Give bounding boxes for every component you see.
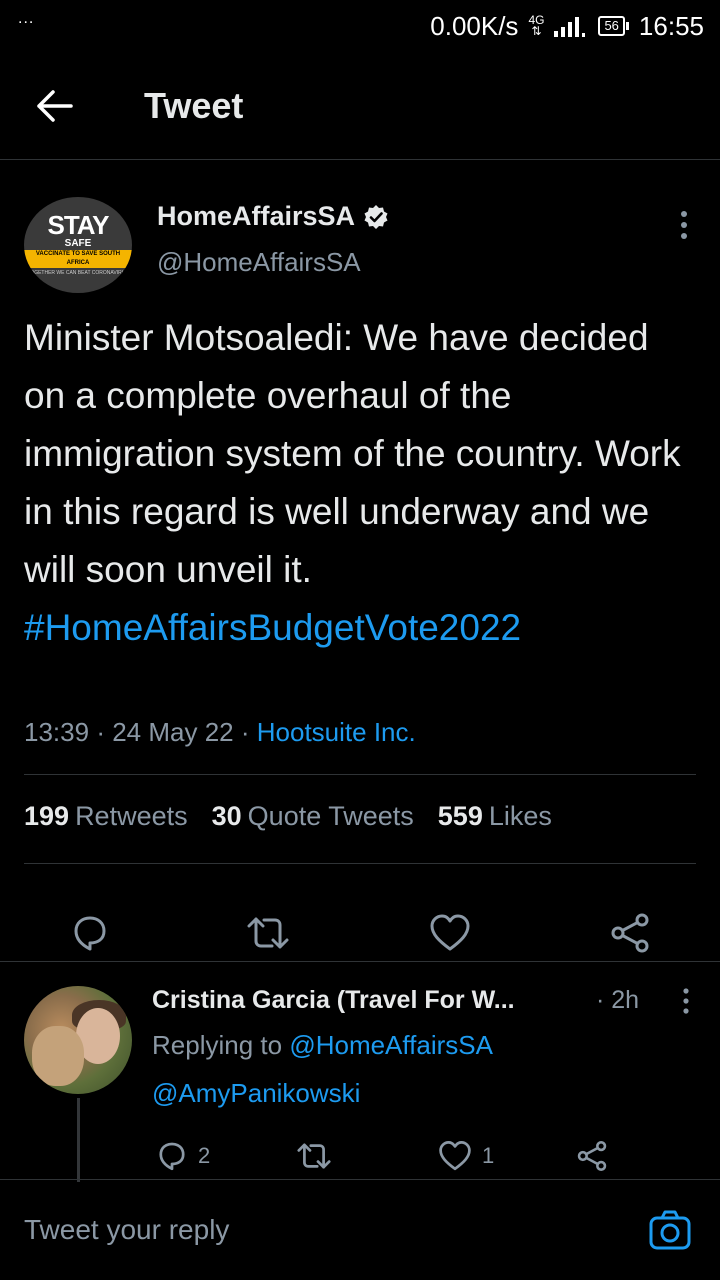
avatar-small-text: TOGETHER WE CAN BEAT CORONAVIRUS xyxy=(27,270,129,276)
reply-input[interactable]: Tweet your reply xyxy=(24,1214,229,1246)
tweet-source-link[interactable]: Hootsuite Inc. xyxy=(257,717,416,747)
author-name[interactable]: HomeAffairsSA xyxy=(157,201,389,232)
reply-tweet[interactable]: Cristina Garcia (Travel For W... · 2h Re… xyxy=(0,961,720,1182)
tweet-body: Minister Motsoaledi: We have decided on … xyxy=(24,317,681,590)
reply-retweet-button[interactable] xyxy=(296,1138,332,1174)
avatar-safe-text: SAFE xyxy=(64,238,92,249)
tweet-stats: 199 Retweets 30 Quote Tweets 559 Likes xyxy=(24,801,552,832)
reply-composer: Tweet your reply xyxy=(0,1179,720,1280)
replying-prefix: Replying to xyxy=(152,1030,290,1060)
more-options-icon[interactable] xyxy=(672,207,696,243)
reply-icon xyxy=(159,1142,185,1171)
reply-like-count: 1 xyxy=(482,1143,495,1168)
share-icon xyxy=(577,1140,607,1172)
retweet-button[interactable] xyxy=(246,911,290,955)
clock: 16:55 xyxy=(638,10,704,41)
quote-tweets-count: 30 xyxy=(211,801,242,831)
tweet-date: 24 May 22 xyxy=(112,717,234,747)
network-type-label: 4G xyxy=(528,13,545,27)
retweets-stat[interactable]: 199 Retweets xyxy=(24,801,188,832)
verified-badge-icon xyxy=(364,204,388,229)
reply-avatar[interactable] xyxy=(24,986,132,1094)
author-name-text: HomeAffairsSA xyxy=(157,201,356,231)
quote-tweets-stat[interactable]: 30 Quote Tweets xyxy=(212,801,414,832)
back-button[interactable] xyxy=(0,52,110,160)
app-header: Tweet xyxy=(0,52,720,160)
like-button[interactable] xyxy=(428,911,472,955)
status-bar: ... 0.00K/s 4G ⇅ 56 16:55 xyxy=(0,0,720,52)
tweet-time: 13:39 xyxy=(24,717,90,747)
avatar-band-text: VACCINATE TO SAVE SOUTH AFRICA xyxy=(24,250,132,268)
divider xyxy=(24,863,696,864)
author-handle[interactable]: @HomeAffairsSA xyxy=(157,247,361,278)
avatar-stay-text: STAY xyxy=(47,210,109,240)
likes-label: Likes xyxy=(488,801,552,831)
thread-line xyxy=(77,1098,80,1182)
network-type-icon: 4G ⇅ xyxy=(528,13,545,38)
signal-icon xyxy=(554,17,586,37)
author-avatar[interactable]: STAY SAFE VACCINATE TO SAVE SOUTH AFRICA… xyxy=(24,197,132,293)
reply-reply-button[interactable]: 2 xyxy=(156,1138,210,1174)
quote-tweets-label: Quote Tweets xyxy=(247,801,414,831)
reply-actions: 2 1 xyxy=(152,1138,672,1178)
page-title: Tweet xyxy=(144,84,244,126)
meta-separator: · xyxy=(240,717,250,747)
reply-text[interactable]: @AmyPanikowski xyxy=(152,1078,360,1109)
reply-icon xyxy=(74,916,106,951)
retweet-icon xyxy=(297,1143,331,1169)
network-speed: 0.00K/s xyxy=(430,10,519,41)
heart-icon xyxy=(439,1141,471,1171)
reply-time: · 2h xyxy=(596,986,640,1014)
heart-icon xyxy=(430,914,470,951)
reply-share-button[interactable] xyxy=(576,1138,608,1174)
share-icon xyxy=(611,913,649,953)
notification-dots: ... xyxy=(18,10,35,27)
replying-to: Replying to @HomeAffairsSA xyxy=(152,1030,493,1061)
reply-button[interactable] xyxy=(68,911,112,955)
retweets-label: Retweets xyxy=(75,801,188,831)
meta-separator: · xyxy=(96,717,105,747)
back-arrow-icon xyxy=(37,89,73,122)
reply-like-button[interactable]: 1 xyxy=(438,1138,494,1174)
tweet-hashtag[interactable]: #HomeAffairsBudgetVote2022 xyxy=(24,599,696,657)
tweet-text: Minister Motsoaledi: We have decided on … xyxy=(24,309,696,657)
divider xyxy=(24,774,696,775)
tweet-author-row: STAY SAFE VACCINATE TO SAVE SOUTH AFRICA… xyxy=(24,197,696,297)
retweets-count: 199 xyxy=(24,801,70,831)
likes-count: 559 xyxy=(437,801,483,831)
camera-icon[interactable] xyxy=(648,1208,692,1252)
reply-reply-count: 2 xyxy=(198,1143,211,1168)
share-button[interactable] xyxy=(608,911,652,955)
tweet-meta: 13:39 · 24 May 22 · Hootsuite Inc. xyxy=(24,717,416,748)
reply-author-name[interactable]: Cristina Garcia (Travel For W... xyxy=(152,986,582,1015)
likes-stat[interactable]: 559 Likes xyxy=(438,801,552,832)
battery-icon: 56 xyxy=(598,16,629,36)
retweet-icon xyxy=(247,917,289,949)
battery-level: 56 xyxy=(598,16,625,36)
reply-more-options-icon[interactable] xyxy=(676,986,696,1016)
replying-to-mention[interactable]: @HomeAffairsSA xyxy=(289,1030,493,1060)
status-right: 0.00K/s 4G ⇅ 56 16:55 xyxy=(430,11,704,42)
